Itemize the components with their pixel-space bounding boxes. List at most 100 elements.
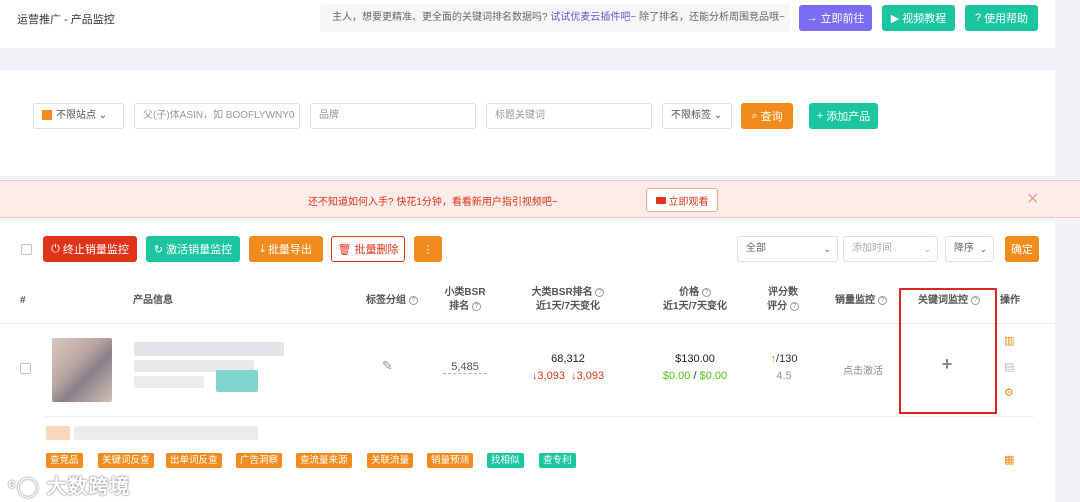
header-product: 产品信息 (133, 295, 173, 306)
play-circle-icon: ▶ (890, 12, 900, 25)
chevron-down-icon: ⌄ (823, 244, 831, 254)
help-icon[interactable]: ? (877, 295, 887, 305)
activate-sales-monitor-button[interactable]: ↻ 激活销量监控 (146, 236, 240, 262)
big-bsr-change: ↓3,093 ↓3,093 (520, 370, 616, 382)
help-icon[interactable]: ? (595, 287, 605, 297)
big-bsr-change-1d: ↓3,093 (531, 370, 565, 382)
header-big-bsr: 大类BSR排名 ? 近1天/7天变化 (523, 286, 613, 314)
price-value: $130.00 (675, 353, 715, 365)
product-table-panel: ⏻ 终止销量监控 ↻ 激活销量监控 ⤓ 批量导出 🗑 批量删除 ⋮ 全部 ⌄ 添加… (0, 220, 1055, 502)
tag-patent-check[interactable]: 查专利 (539, 453, 576, 468)
search-label: 查询 (760, 111, 783, 123)
product-title-blurred[interactable] (134, 342, 284, 356)
header-price: 价格 ? 近1天/7天变化 (650, 286, 740, 314)
stop-label: 终止销量监控 (62, 244, 129, 256)
header-big-bsr-line1: 大类BSR排名 (531, 287, 593, 298)
tip-suffix: 除了排名，还能分析周围竞品哦~ (638, 12, 785, 23)
tip-link[interactable]: 试试优麦云插件吧~ (550, 12, 636, 23)
header-divider (0, 323, 1055, 324)
header-small-bsr-line2: 排名 (449, 301, 470, 312)
big-bsr-value: 68,312 (551, 353, 585, 365)
rating-value: 4.5 (776, 370, 792, 382)
close-icon[interactable]: ✕ (1026, 189, 1039, 209)
video-tutorial-button[interactable]: ▶ 视频教程 (882, 5, 955, 31)
tag-sales-forecast[interactable]: 销量预测 (427, 453, 474, 468)
chevron-down-icon: ⌄ (923, 244, 931, 254)
more-button[interactable]: ⋮ (414, 236, 442, 262)
help-circle-icon: ? (974, 12, 982, 24)
stop-sales-monitor-button[interactable]: ⏻ 终止销量监控 (43, 236, 137, 262)
help-icon[interactable]: ? (789, 301, 799, 311)
rating-count-value: /130 (776, 353, 798, 365)
gear-icon[interactable]: ⚙ (1004, 386, 1014, 399)
sort-field-label: 添加时间 (852, 243, 892, 254)
small-bsr-value[interactable]: 5,485 (443, 361, 487, 374)
amazon-icon (42, 110, 52, 121)
help-icon[interactable]: ? (471, 301, 481, 311)
promo-tip: 主人，想要更精准、更全面的关键词排名数据吗? 试试优麦云插件吧~ 除了排名，还能… (320, 4, 790, 32)
tag-order-word-reverse[interactable]: 出单词反查 (166, 453, 222, 468)
tag-find-similar[interactable]: 找相似 (487, 453, 524, 468)
header-rating: 评分数 评分 ? (760, 286, 806, 314)
header-actions: 操作 (1000, 295, 1020, 306)
goto-label: 立即前往 (820, 13, 865, 25)
row-checkbox[interactable] (20, 363, 31, 374)
chevron-down-icon: ⌄ (979, 244, 987, 254)
add-product-button[interactable]: + 添加产品 (809, 103, 878, 129)
help-button[interactable]: ? 使用帮助 (965, 5, 1038, 31)
header-sales-monitor-label: 销量监控 (835, 295, 875, 306)
brand-input[interactable]: 品牌 (310, 103, 476, 129)
bulk-delete-button[interactable]: 🗑 批量删除 (331, 236, 405, 262)
big-bsr-change-7d: ↓3,093 (571, 370, 605, 382)
activate-sales-link[interactable]: 点击激活 (835, 362, 891, 377)
edit-tag-icon[interactable]: ✎ (382, 358, 393, 374)
video-label: 视频教程 (902, 13, 947, 25)
asin-input[interactable]: 父(子)体ASIN，如 BOOFLYWNY0 (134, 103, 300, 129)
search-button[interactable]: ⌕ 查询 (741, 103, 793, 129)
header-big-bsr-line2: 近1天/7天变化 (536, 301, 600, 312)
sort-field-select[interactable]: 添加时间 ⌄ (843, 236, 938, 262)
note-icon[interactable]: ▤ (1004, 360, 1014, 373)
activate-label: 激活销量监控 (166, 244, 233, 256)
video-icon (655, 196, 666, 204)
sort-order-label: 降序 (954, 243, 974, 254)
keyword-monitor-highlight (899, 288, 997, 414)
header-small-bsr-line1: 小类BSR (444, 287, 486, 298)
tip-text: 主人，想要更精准、更全面的关键词排名数据吗? (332, 12, 548, 23)
price-change-1d: $0.00 (662, 370, 691, 382)
header-index: # (20, 295, 26, 306)
price-change-sep: / (693, 370, 697, 382)
help-icon[interactable]: ? (408, 295, 418, 305)
sort-order-select[interactable]: 降序 ⌄ (945, 236, 994, 262)
refresh-icon: ↻ (153, 243, 164, 256)
tag-select[interactable]: 不限标签 ⌄ (662, 103, 732, 129)
tag-ad-insight[interactable]: 广告洞察 (236, 453, 283, 468)
site-select[interactable]: 不限站点 ⌄ (33, 103, 124, 129)
tag-related-traffic[interactable]: 关联流量 (367, 453, 414, 468)
price-change: $0.00 / $0.00 (650, 370, 740, 382)
tag-traffic-source[interactable]: 查流量来源 (296, 453, 352, 468)
help-icon[interactable]: ? (701, 287, 711, 297)
guide-banner: 还不知道如何入手? 快花1分钟，看看新用户指引视频吧~ 立即观看 ✕ (0, 180, 1080, 218)
tag-competitors[interactable]: 查竞品 (46, 453, 83, 468)
add-product-label: 添加产品 (826, 111, 871, 123)
header-tag-group-label: 标签分组 (366, 295, 406, 306)
plus-icon: + (816, 110, 824, 122)
ledger-icon[interactable]: ▦ (1004, 453, 1014, 466)
goto-button[interactable]: → 立即前往 (799, 5, 872, 31)
header-price-line1: 价格 (679, 287, 700, 298)
watch-now-button[interactable]: 立即观看 (646, 188, 718, 212)
title-keyword-input[interactable]: 标题关键词 (486, 103, 652, 129)
bar-chart-icon[interactable]: ▥ (1004, 334, 1014, 347)
tag-keyword-reverse[interactable]: 关键词反查 (98, 453, 154, 468)
variant-thumb-blurred (46, 426, 70, 440)
bulk-export-button[interactable]: ⤓ 批量导出 (249, 236, 323, 262)
watch-label: 立即观看 (668, 196, 709, 208)
watermark: ᶜ◯ 大数跨境 (8, 470, 131, 499)
header-rating-line2: 评分 (767, 301, 788, 312)
select-all-checkbox[interactable] (21, 244, 32, 255)
confirm-button[interactable]: 确定 (1005, 236, 1039, 262)
product-thumbnail[interactable] (52, 338, 112, 402)
site-label: 不限站点 (56, 110, 96, 121)
status-filter-select[interactable]: 全部 ⌄ (737, 236, 838, 262)
